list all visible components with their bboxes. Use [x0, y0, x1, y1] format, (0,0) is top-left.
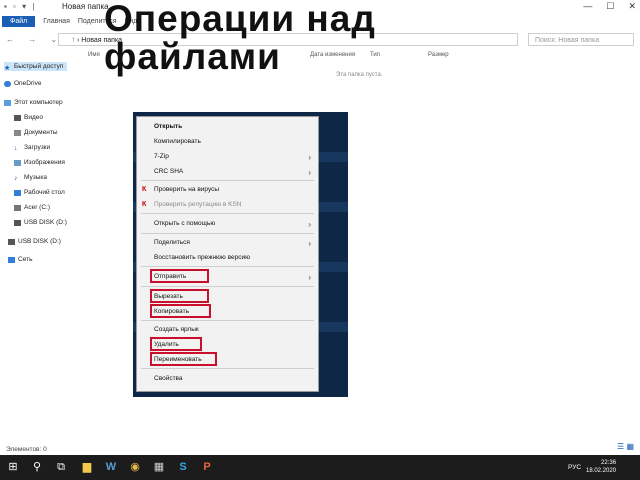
close-button[interactable]: ✕: [628, 1, 636, 12]
clock-date: 18.02.2020: [586, 468, 617, 474]
minimize-button[interactable]: —: [583, 1, 592, 12]
app-icon[interactable]: ▦: [152, 460, 166, 474]
cloud-icon: [4, 80, 11, 87]
usb-icon: [8, 238, 15, 245]
column-size[interactable]: Размер: [428, 52, 449, 58]
search-icon[interactable]: ⚲: [30, 460, 44, 474]
menu-separator: [141, 286, 314, 287]
usb-icon: [14, 219, 21, 226]
desktop-icon: [14, 189, 21, 196]
taskbar: ⊞ ⚲ ⧉ ▆ W ◉ ▦ S P РУС 22:36 18.02.2020: [0, 455, 640, 480]
sidebar-item-desktop[interactable]: Рабочий стол: [14, 189, 65, 196]
menu-item-properties[interactable]: Свойства: [154, 375, 183, 382]
tab-home[interactable]: Главная: [43, 18, 70, 25]
menu-item-create-shortcut[interactable]: Создать ярлык: [154, 326, 199, 333]
drive-icon: [14, 204, 21, 211]
menu-item-check-reputation[interactable]: Проверить репутацию в KSN: [154, 201, 242, 208]
sidebar-item-documents[interactable]: Документы: [14, 129, 58, 136]
status-bar: Элементов: 0: [6, 446, 47, 453]
slide-title-line-1: Операции над: [104, 0, 376, 39]
menu-separator: [141, 213, 314, 214]
skype-icon[interactable]: S: [176, 460, 190, 474]
sidebar-item-music[interactable]: ♪ Музыка: [14, 174, 47, 182]
highlight-delete: [150, 337, 202, 351]
music-icon: ♪: [14, 174, 18, 182]
sidebar-item-quick-access[interactable]: ★ Быстрый доступ: [4, 62, 68, 72]
sidebar-item-drive-c[interactable]: Acer (C:): [14, 204, 50, 211]
download-icon: ↓: [14, 144, 18, 152]
window-title: Новая папка: [62, 2, 109, 11]
chevron-right-icon: ›: [308, 220, 311, 229]
image-icon: [14, 159, 21, 166]
menu-item-crc-sha[interactable]: CRC SHA ›: [154, 168, 315, 177]
menu-item-restore-previous[interactable]: Восстановить прежнюю версию: [154, 254, 250, 261]
sidebar-item-usb-disk-root[interactable]: USB DISK (D:): [8, 238, 61, 245]
chrome-icon[interactable]: ◉: [128, 460, 142, 474]
windows-start-icon[interactable]: ⊞: [6, 460, 20, 474]
chevron-right-icon: ›: [308, 239, 311, 248]
highlight-cut: [150, 289, 209, 303]
highlight-send-to: [150, 269, 209, 283]
video-icon: [14, 114, 21, 121]
slide-title-line-2: файлами: [104, 36, 281, 77]
explorer-icon[interactable]: ▆: [80, 460, 94, 474]
sidebar-item-usb-disk[interactable]: USB DISK (D:): [14, 219, 67, 226]
word-icon[interactable]: W: [104, 460, 118, 474]
menu-item-share[interactable]: Поделиться ›: [154, 239, 315, 248]
kaspersky-icon: К: [142, 201, 147, 208]
sidebar-item-pictures[interactable]: Изображения: [14, 159, 65, 166]
chevron-right-icon: ›: [308, 153, 311, 162]
menu-item-compile[interactable]: Компилировать: [154, 138, 201, 145]
slide-title: Операции над файлами: [104, 0, 376, 76]
sidebar-item-network[interactable]: Сеть: [8, 256, 32, 263]
sidebar-item-onedrive[interactable]: OneDrive: [4, 80, 41, 87]
clock[interactable]: 22:36 18.02.2020: [586, 459, 616, 475]
sidebar-item-downloads[interactable]: ↓ Загрузки: [14, 144, 50, 152]
menu-item-open[interactable]: Открыть: [154, 123, 182, 130]
task-view-icon[interactable]: ⧉: [54, 460, 68, 474]
quick-access-toolbar[interactable]: ▪ ▫ ▾ |: [4, 2, 36, 11]
menu-item-open-with[interactable]: Открыть с помощью ›: [154, 220, 315, 229]
file-tab[interactable]: Файл: [2, 15, 36, 27]
menu-separator: [141, 266, 314, 267]
chevron-right-icon: ›: [308, 168, 311, 177]
view-mode-buttons[interactable]: ☰ ▦: [617, 442, 634, 451]
menu-separator: [141, 180, 314, 181]
powerpoint-icon[interactable]: P: [200, 460, 214, 474]
menu-item-scan-viruses[interactable]: Проверить на вирусы: [154, 186, 219, 193]
menu-separator: [141, 320, 314, 321]
highlight-rename: [150, 352, 217, 366]
computer-icon: [4, 99, 11, 106]
menu-separator: [141, 233, 314, 234]
kaspersky-icon: К: [142, 186, 147, 193]
navigation-pane: ★ Быстрый доступ OneDrive Этот компьютер …: [0, 58, 100, 448]
menu-separator: [141, 368, 314, 369]
maximize-button[interactable]: ☐: [606, 1, 614, 12]
menu-item-7zip[interactable]: 7-Zip ›: [154, 153, 315, 162]
network-icon: [8, 256, 15, 263]
search-input[interactable]: Поиск: Новая папка: [528, 32, 634, 46]
sidebar-item-this-pc[interactable]: Этот компьютер: [4, 99, 63, 106]
language-indicator[interactable]: РУС: [568, 464, 581, 471]
clock-time: 22:36: [601, 460, 617, 466]
sidebar-item-videos[interactable]: Видео: [14, 114, 43, 121]
highlight-copy: [150, 304, 211, 318]
document-icon: [14, 129, 21, 136]
star-icon: ★: [4, 64, 11, 72]
chevron-right-icon: ›: [308, 273, 311, 282]
